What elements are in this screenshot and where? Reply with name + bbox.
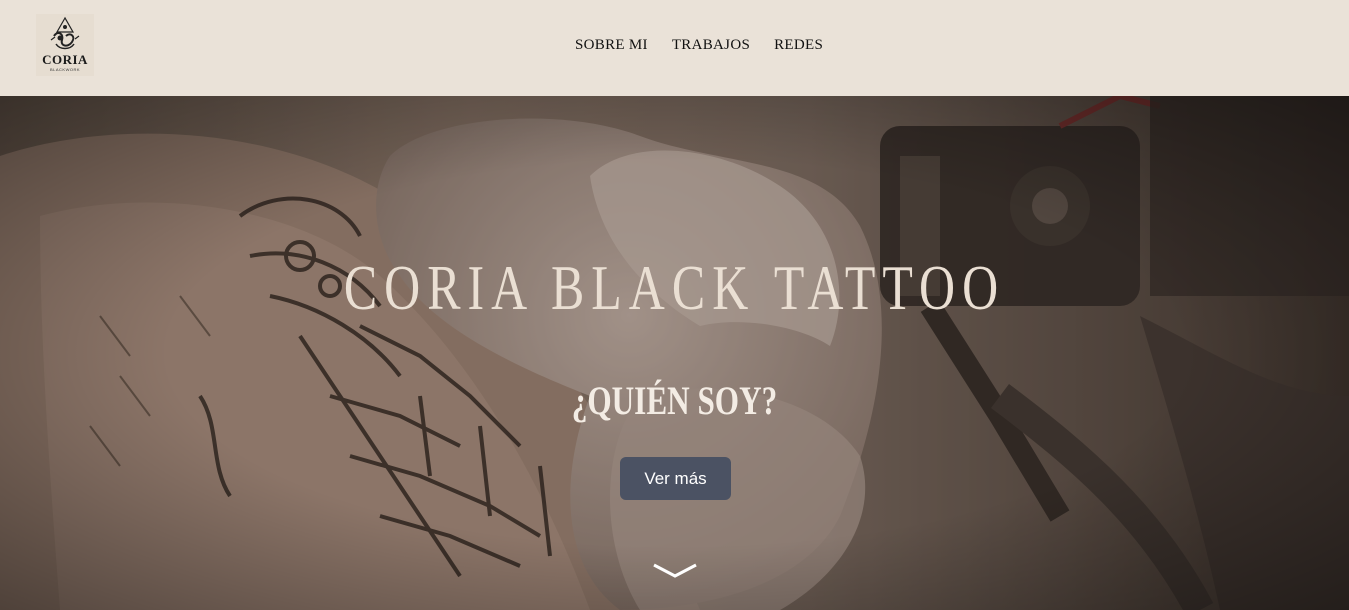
main-nav: SOBRE MI TRABAJOS REDES (575, 37, 823, 54)
dragon-emblem-icon (50, 16, 80, 50)
chevron-down-icon[interactable] (652, 562, 698, 580)
site-header: CORIA BLACKWORK SOBRE MI TRABAJOS REDES (0, 0, 1349, 96)
nav-item-sobre-mi[interactable]: SOBRE MI (575, 37, 648, 54)
site-logo[interactable]: CORIA BLACKWORK (36, 14, 94, 76)
nav-item-trabajos[interactable]: TRABAJOS (672, 37, 750, 54)
hero-section: CORIA BLACK TATTOO ¿QUIÉN SOY? Ver más (0, 96, 1349, 610)
hero-title: CORIA BLACK TATTOO (343, 251, 1006, 323)
nav-item-redes[interactable]: REDES (774, 37, 823, 54)
hero-subtitle: ¿QUIÉN SOY? (571, 378, 778, 424)
hero-background-image (0, 96, 1349, 610)
ver-mas-button[interactable]: Ver más (620, 457, 731, 500)
logo-wordmark: CORIA (42, 52, 88, 67)
logo-tagline: BLACKWORK (49, 67, 81, 72)
